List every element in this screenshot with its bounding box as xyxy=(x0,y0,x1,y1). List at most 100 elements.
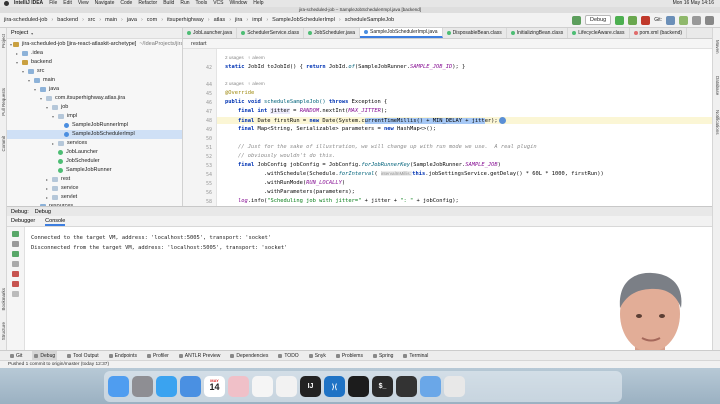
line-number[interactable]: 52 xyxy=(206,154,212,160)
database-tool-tab[interactable]: Database xyxy=(715,76,720,95)
stop-icon[interactable] xyxy=(12,271,19,277)
commit-tool-tab[interactable]: Commit xyxy=(1,136,6,152)
menu-code[interactable]: Code xyxy=(120,0,132,7)
run-icon[interactable] xyxy=(615,15,625,25)
line-number[interactable]: 50 xyxy=(206,136,212,142)
breadcrumb-item[interactable]: SampleJobSchedulerImpl › xyxy=(272,17,341,23)
expand-arrow-icon[interactable]: ▾ xyxy=(34,85,39,94)
tree-node[interactable]: ▾ com.itsuperhighway.atlas.jira xyxy=(7,94,182,103)
chrome-app-icon[interactable] xyxy=(276,376,297,397)
git-commit-icon[interactable] xyxy=(679,15,688,25)
expand-arrow-icon[interactable]: ▾ xyxy=(16,58,21,67)
hammer-icon[interactable] xyxy=(572,15,581,25)
line-number[interactable]: 42 xyxy=(206,65,212,71)
menu-edit[interactable]: Edit xyxy=(63,0,72,7)
line-number[interactable]: 49 xyxy=(206,127,212,133)
line-number[interactable]: 51 xyxy=(206,145,212,151)
git-update-icon[interactable] xyxy=(666,15,675,25)
expand-arrow-icon[interactable]: ▾ xyxy=(52,112,57,121)
pull-requests-tool-tab[interactable]: Pull Requests xyxy=(1,88,6,116)
breadcrumb-item[interactable]: src › xyxy=(88,17,101,23)
expand-arrow-icon[interactable]: ▸ xyxy=(16,49,21,58)
tree-node[interactable]: ▾ src xyxy=(7,67,182,76)
project-tool-tab[interactable]: Project xyxy=(1,34,6,48)
menu-bar-clock[interactable]: Mon 16 May 14:16 xyxy=(673,0,720,7)
tree-node[interactable]: ▾ job xyxy=(7,103,182,112)
menu-navigate[interactable]: Navigate xyxy=(95,0,115,7)
tool-window-tab-profiler[interactable]: Profiler xyxy=(146,351,169,360)
usages-hint[interactable]: 2 usages ♀ aleem xyxy=(225,55,265,60)
menu-build[interactable]: Build xyxy=(163,0,174,7)
expand-arrow-icon[interactable]: ▸ xyxy=(46,193,51,202)
editor-gutter[interactable]: 42 44 45 46 47 48 49 50 51 52 53 54 55 56 58 xyxy=(183,49,217,206)
resume-icon[interactable] xyxy=(12,251,19,257)
tree-node[interactable]: ▾ jira-scheduled-job [jira-react-atlaskit… xyxy=(7,40,182,49)
line-number[interactable]: 58 xyxy=(206,199,212,205)
line-number[interactable]: 48 xyxy=(206,118,212,124)
breadcrumb-item[interactable]: jira › xyxy=(235,17,248,23)
tool-window-tab-git[interactable]: Git xyxy=(10,351,22,360)
expand-arrow-icon[interactable]: ▾ xyxy=(28,76,33,85)
tree-node[interactable]: ▾ backend xyxy=(7,58,182,67)
line-number[interactable]: 47 xyxy=(206,109,212,115)
tool-window-tab-antlr-preview[interactable]: ANTLR Preview xyxy=(178,351,220,360)
editor-tab[interactable]: JobScheduler.java xyxy=(304,28,361,38)
code-editor[interactable]: 42 44 45 46 47 48 49 50 51 52 53 54 55 56 58 2 usages … xyxy=(183,49,712,206)
tree-node[interactable]: ▾ java xyxy=(7,85,182,94)
tool-window-tab-tool-output[interactable]: Tool Output xyxy=(67,351,99,360)
tab-debugger[interactable]: Debugger xyxy=(11,216,35,226)
system-settings-app-icon[interactable] xyxy=(132,376,153,397)
expand-arrow-icon[interactable]: ▾ xyxy=(10,40,12,49)
tree-node[interactable]: ▾ main xyxy=(7,76,182,85)
menu-run[interactable]: Run xyxy=(180,0,189,7)
editor-tab[interactable]: LifecycleAware.class xyxy=(568,28,630,38)
editor-tab[interactable]: JobLauncher.java xyxy=(183,28,238,38)
line-number[interactable]: 56 xyxy=(206,190,212,196)
terminal-app-icon[interactable]: $_ xyxy=(372,376,393,397)
tree-node[interactable]: SampleJobRunner xyxy=(7,166,182,175)
chevron-down-icon[interactable]: ▾ xyxy=(31,31,33,36)
tool-window-tab-dependencies[interactable]: Dependencies xyxy=(230,351,268,360)
line-number[interactable]: 44 xyxy=(206,82,212,88)
clock-app-icon[interactable] xyxy=(348,376,369,397)
breadcrumb-item[interactable]: com › xyxy=(147,17,163,23)
active-app-name[interactable]: IntelliJ IDEA xyxy=(14,0,43,7)
tool-window-tab-snyk[interactable]: Snyk xyxy=(308,351,326,360)
project-panel-title[interactable]: Project xyxy=(11,30,28,36)
finder-app-icon[interactable] xyxy=(108,376,129,397)
tool-window-tab-endpoints[interactable]: Endpoints xyxy=(108,351,137,360)
tree-node[interactable]: SampleJobSchedulerImpl xyxy=(7,130,182,139)
selected-code[interactable]: urrentTimeMillis() + MIN_DELAY + jitt xyxy=(364,118,485,124)
breadcrumb-item[interactable]: impl › xyxy=(252,17,268,23)
debug-icon[interactable] xyxy=(628,15,638,25)
line-number[interactable]: 55 xyxy=(206,181,212,187)
editor-tab[interactable]: pom.xml (backend) xyxy=(630,28,688,38)
status-message[interactable]: Pushed 1 commit to origin/master (today … xyxy=(8,362,109,367)
expand-arrow-icon[interactable]: ▸ xyxy=(52,139,57,148)
expand-arrow-icon[interactable]: ▸ xyxy=(46,175,51,184)
menu-file[interactable]: File xyxy=(49,0,57,7)
stop-icon[interactable] xyxy=(641,15,651,25)
breadcrumb-item[interactable]: atlas › xyxy=(214,17,231,23)
rerun-icon[interactable] xyxy=(12,231,19,237)
menu-tools[interactable]: Tools xyxy=(196,0,208,7)
breadcrumb-item[interactable]: itsuperhighway › xyxy=(167,17,210,23)
mail-app-icon[interactable] xyxy=(180,376,201,397)
run-configuration-select[interactable]: Debug xyxy=(585,15,612,25)
menu-view[interactable]: View xyxy=(78,0,89,7)
expand-arrow-icon[interactable]: ▸ xyxy=(46,184,51,193)
tree-node[interactable]: SampleJobRunnerImpl xyxy=(7,121,182,130)
mute-breakpoints-icon[interactable] xyxy=(12,291,19,297)
photos-app-icon[interactable] xyxy=(228,376,249,397)
trash-icon[interactable] xyxy=(444,376,465,397)
pause-icon[interactable] xyxy=(12,261,19,267)
safari-app-icon[interactable] xyxy=(156,376,177,397)
expand-arrow-icon[interactable]: ▾ xyxy=(22,67,27,76)
freeform-app-icon[interactable] xyxy=(252,376,273,397)
usages-hint[interactable]: 2 usages ♀ aleem xyxy=(225,81,265,86)
structure-tool-tab[interactable]: Structure xyxy=(1,322,6,340)
bookmarks-tool-tab[interactable]: Bookmarks xyxy=(1,288,6,311)
tree-node[interactable]: ▸ rest xyxy=(7,175,182,184)
search-icon[interactable] xyxy=(692,15,701,25)
downloads-folder-icon[interactable] xyxy=(420,376,441,397)
